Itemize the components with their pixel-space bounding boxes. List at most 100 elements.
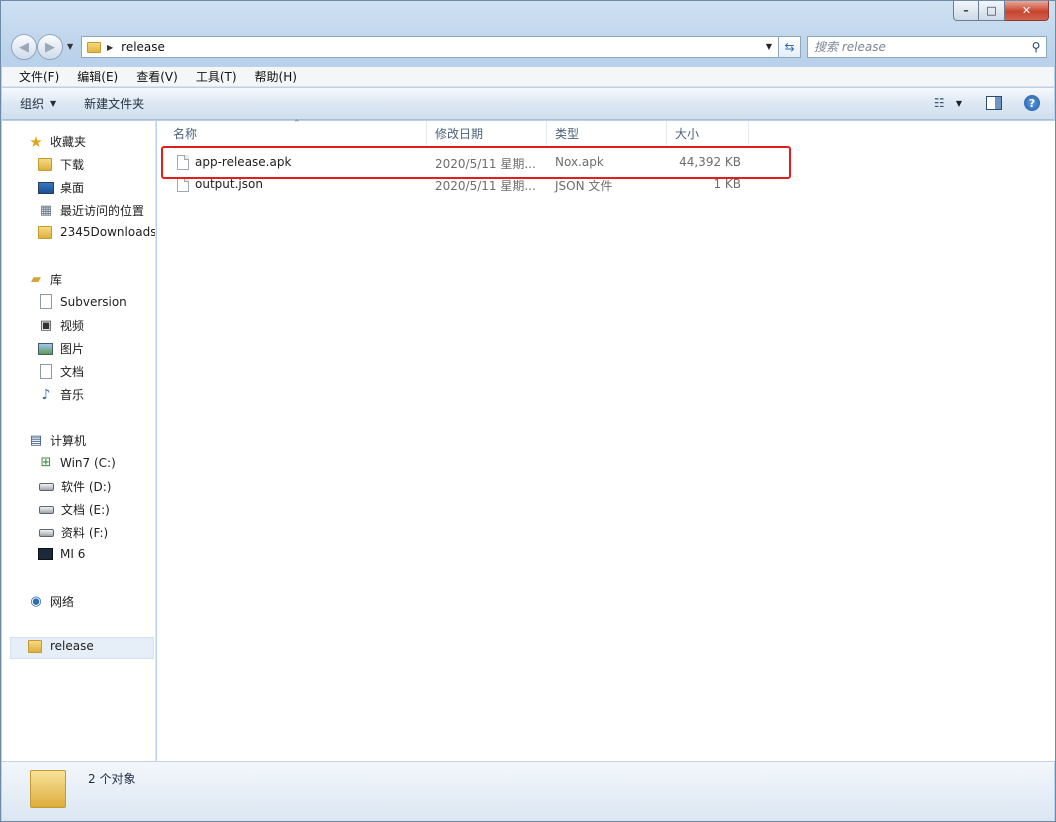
film-icon: ▣ [39,317,53,333]
nav-item-label: Subversion [60,294,127,309]
refresh-button[interactable]: ⇆ [779,36,801,58]
preview-pane-icon[interactable] [986,96,1002,110]
new-folder-button[interactable]: 新建文件夹 [84,95,144,112]
nav-item-desktop[interactable]: 桌面 [38,179,84,196]
file-list: ⌃ 名称 修改日期 类型 大小 app-release.apk 2020/5/1… [157,119,1055,761]
address-row: ◀ ▶ ▼ ▶ release ▼ ⇆ ⚲ [9,33,1047,61]
nav-network-label: 网络 [50,595,75,609]
forward-button[interactable]: ▶ [37,34,63,60]
chevron-down-icon: ▼ [50,99,57,108]
view-options-dropdown[interactable]: ▼ [956,99,962,108]
folder-large-icon [30,770,66,808]
library-icon: ▰ [31,271,41,287]
nav-item-drive-c[interactable]: ⊞ Win7 (C:) [38,455,116,471]
nav-item-mi6[interactable]: MI 6 [38,547,85,561]
nav-item-label: 视频 [60,319,85,333]
search-box[interactable]: ⚲ [807,36,1047,58]
nav-network[interactable]: ◉ 网络 [28,593,74,610]
command-bar: 组织 ▼ 新建文件夹 ☷ ▼ ? [2,88,1054,120]
menu-tools[interactable]: 工具(T) [187,68,246,85]
view-options-icon[interactable]: ☷ [934,96,950,110]
file-date: 2020/5/11 星期... [435,179,536,193]
explorer-window: – □ ✕ ◀ ▶ ▼ ▶ release ▼ ⇆ ⚲ 文件(F) 编辑(E) … [0,0,1056,822]
breadcrumb-release[interactable]: release [121,40,165,54]
nav-item-release[interactable]: release [28,639,94,653]
new-folder-label: 新建文件夹 [84,97,145,111]
recent-pages-dropdown[interactable]: ▼ [67,42,73,51]
menu-edit[interactable]: 编辑(E) [68,68,127,85]
network-icon: ◉ [30,593,42,609]
nav-item-downloads[interactable]: 下载 [38,156,84,173]
nav-item-label: Win7 (C:) [60,456,116,470]
nav-item-drive-e[interactable]: 文档 (E:) [38,501,110,518]
search-icon[interactable]: ⚲ [1026,40,1046,54]
nav-favorites[interactable]: ★ 收藏夹 [28,133,86,150]
organize-button[interactable]: 组织 ▼ [20,95,56,112]
column-header-date[interactable]: 修改日期 [427,121,547,145]
menu-view[interactable]: 查看(V) [127,68,187,85]
nav-libraries-label: 库 [50,273,63,287]
hard-drive-icon [39,482,54,491]
picture-icon [38,342,53,355]
nav-item-recent-places[interactable]: ▦ 最近访问的位置 [38,202,144,219]
chevron-right-icon[interactable]: ▶ [107,43,113,52]
column-header-label: 类型 [555,126,580,141]
desktop-icon [38,181,54,194]
nav-item-label: 2345Downloads [60,225,156,239]
folder-icon [87,41,101,53]
nav-item-documents[interactable]: 文档 [38,363,84,380]
column-header-label: 名称 [173,126,198,141]
maximize-button[interactable]: □ [979,1,1005,21]
nav-item-videos[interactable]: ▣ 视频 [38,317,84,334]
organize-label: 组织 [20,97,45,111]
help-icon[interactable]: ? [1024,95,1040,111]
recent-places-icon: ▦ [39,202,53,218]
nav-item-label: 软件 (D:) [61,480,112,494]
back-button[interactable]: ◀ [11,34,37,60]
address-dropdown[interactable]: ▼ [766,42,772,51]
column-header-size[interactable]: 大小 [667,121,749,145]
nav-item-music[interactable]: ♪ 音乐 [38,386,84,403]
file-name: output.json [195,177,263,191]
minimize-button[interactable]: – [953,1,979,21]
nav-item-label: 最近访问的位置 [60,204,145,218]
refresh-icon: ⇆ [784,40,795,54]
nav-item-subversion[interactable]: Subversion [38,294,127,309]
folder-icon [38,225,52,239]
nav-item-label: 下载 [60,158,85,172]
column-header-label: 大小 [675,126,700,141]
nav-item-drive-d[interactable]: 软件 (D:) [38,478,111,495]
status-bar: 2 个对象 [2,761,1054,821]
nav-computer-label: 计算机 [50,434,87,448]
column-header-name[interactable]: 名称 [165,121,427,145]
arrow-right-icon: ▶ [45,39,55,55]
portable-device-icon [38,548,53,560]
computer-icon: ▤ [29,432,43,448]
hard-drive-icon [39,528,54,537]
windows-drive-icon: ⊞ [40,455,52,470]
menu-help[interactable]: 帮助(H) [246,68,306,85]
navigation-pane: ★ 收藏夹 下载 桌面 ▦ 最近访问的位置 2345Downloads ▰ 库 … [2,121,156,761]
nav-item-label: 图片 [60,342,85,356]
menu-file[interactable]: 文件(F) [10,68,68,85]
caption-buttons: – □ ✕ [953,1,1049,21]
music-note-icon: ♪ [41,386,51,403]
address-bar[interactable]: ▶ release ▼ [81,36,779,58]
column-header-type[interactable]: 类型 [547,121,667,145]
close-button[interactable]: ✕ [1005,1,1049,21]
nav-item-label: 资料 (F:) [61,526,109,540]
nav-item-pictures[interactable]: 图片 [38,340,84,357]
nav-item-2345downloads[interactable]: 2345Downloads [38,225,156,239]
nav-computer[interactable]: ▤ 计算机 [28,432,86,449]
column-header-label: 修改日期 [435,126,484,141]
nav-item-label: 音乐 [60,388,85,402]
search-input[interactable] [814,38,1026,56]
nav-item-drive-f[interactable]: 资料 (F:) [38,524,108,541]
file-type: JSON 文件 [555,179,613,193]
nav-item-label: 文档 (E:) [61,503,110,517]
nav-release-label: release [50,639,94,653]
nav-libraries[interactable]: ▰ 库 [28,271,62,288]
document-icon [40,294,52,309]
item-count: 2 个对象 [88,772,136,786]
hard-drive-icon [39,505,54,514]
